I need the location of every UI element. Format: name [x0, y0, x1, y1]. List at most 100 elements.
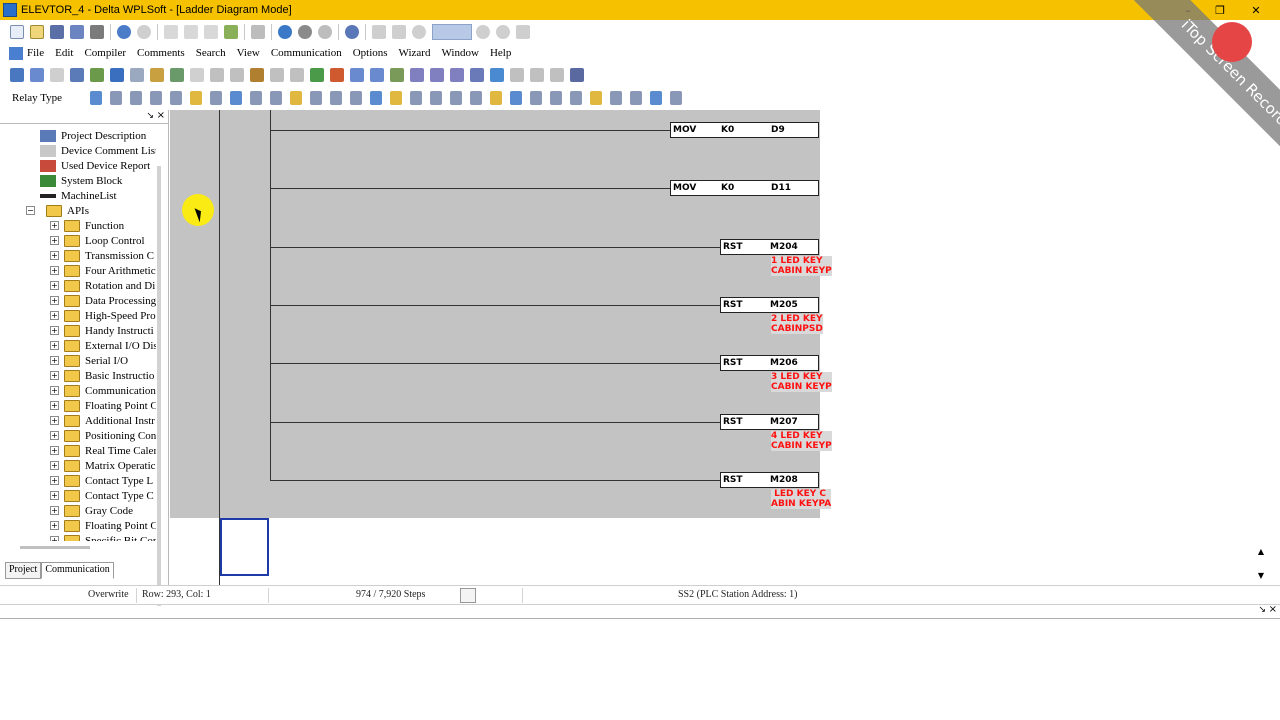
tree-item[interactable]: + Four Arithmetic: [50, 263, 156, 278]
tree-horizontal-scrollbar[interactable]: [20, 546, 90, 549]
expand-icon[interactable]: +: [50, 446, 59, 455]
tree-item[interactable]: + Communication: [50, 383, 156, 398]
expand-icon[interactable]: +: [50, 311, 59, 320]
tree-item[interactable]: + Gray Code: [50, 503, 133, 518]
relay-tool-icon[interactable]: [310, 91, 322, 105]
relay-tool-icon[interactable]: [610, 91, 622, 105]
menu-search[interactable]: Search: [196, 47, 226, 59]
relay-tool-icon[interactable]: [330, 91, 342, 105]
relay-tool-icon[interactable]: [570, 91, 582, 105]
eraser-icon[interactable]: [224, 25, 238, 39]
expand-icon[interactable]: +: [50, 431, 59, 440]
menu-window[interactable]: Window: [441, 47, 478, 59]
relay-tool-icon[interactable]: [90, 91, 102, 105]
ladder-tool-icon[interactable]: [350, 68, 364, 82]
relay-tool-icon[interactable]: [630, 91, 642, 105]
relay-tool-icon[interactable]: [170, 91, 182, 105]
instruction-box[interactable]: MOV K0 D11: [670, 180, 819, 196]
run-icon[interactable]: [412, 25, 426, 39]
expand-icon[interactable]: +: [50, 536, 59, 541]
undo-icon[interactable]: [251, 25, 265, 39]
ladder-tool-icon[interactable]: [10, 68, 24, 82]
monitor-icon[interactable]: [372, 25, 386, 39]
tree-item[interactable]: + Real Time Caler: [50, 443, 156, 458]
tree-item[interactable]: + Additional Instr: [50, 413, 155, 428]
tree-item[interactable]: Device Comment List: [40, 143, 156, 158]
ladder-editor[interactable]: MOV K0 D9 MOV K0 D11 RST M204 1 LED KEY CABIN KEY…: [170, 110, 1267, 585]
paste-icon[interactable]: [204, 25, 218, 39]
ladder-tool-icon[interactable]: [390, 68, 404, 82]
expand-icon[interactable]: +: [50, 386, 59, 395]
ladder-tool-icon[interactable]: [550, 68, 564, 82]
ladder-tool-icon[interactable]: [430, 68, 444, 82]
relay-tool-icon[interactable]: [210, 91, 222, 105]
new-file-icon[interactable]: [10, 25, 24, 39]
instruction-box[interactable]: MOV K0 D9: [670, 122, 819, 138]
tree-item[interactable]: + Positioning Con: [50, 428, 156, 443]
online-icon[interactable]: [117, 25, 131, 39]
menu-options[interactable]: Options: [353, 47, 388, 59]
tree-item[interactable]: − APIs: [26, 203, 89, 218]
relay-tool-icon[interactable]: [650, 91, 662, 105]
cell-cursor[interactable]: [220, 518, 269, 576]
ladder-tool-icon[interactable]: [290, 68, 304, 82]
ladder-tool-icon[interactable]: [330, 68, 344, 82]
stop-icon[interactable]: [476, 25, 490, 39]
minimize-button[interactable]: –: [1172, 0, 1204, 20]
expand-icon[interactable]: +: [50, 266, 59, 275]
relay-tool-icon[interactable]: [410, 91, 422, 105]
ladder-tool-icon[interactable]: [470, 68, 484, 82]
zoom-out-icon[interactable]: [318, 25, 332, 39]
menu-comments[interactable]: Comments: [137, 47, 185, 59]
step-icon[interactable]: [516, 25, 530, 39]
relay-tool-icon[interactable]: [230, 91, 242, 105]
zoom-in-icon[interactable]: [298, 25, 312, 39]
ladder-tool-icon[interactable]: [530, 68, 544, 82]
ladder-tool-icon[interactable]: [370, 68, 384, 82]
expand-icon[interactable]: +: [50, 506, 59, 515]
expand-icon[interactable]: +: [50, 476, 59, 485]
ladder-tool-icon[interactable]: [570, 68, 584, 82]
menu-edit[interactable]: Edit: [55, 47, 73, 59]
zoom-icon[interactable]: [278, 25, 292, 39]
ladder-tool-icon[interactable]: [410, 68, 424, 82]
scroll-up-icon[interactable]: ▲: [1258, 547, 1264, 556]
relay-tool-icon[interactable]: [450, 91, 462, 105]
tab-communication[interactable]: Communication: [41, 562, 114, 579]
menu-communication[interactable]: Communication: [271, 47, 342, 59]
tree-item[interactable]: + Loop Control: [50, 233, 145, 248]
instruction-box[interactable]: RST M207: [720, 414, 819, 430]
tree-item[interactable]: System Block: [40, 173, 122, 188]
expand-icon[interactable]: +: [50, 251, 59, 260]
tree-item[interactable]: + External I/O Dis: [50, 338, 156, 353]
ladder-tool-icon[interactable]: [50, 68, 64, 82]
tree-item[interactable]: + Contact Type C: [50, 488, 154, 503]
close-icon[interactable]: ×: [1269, 604, 1277, 615]
open-folder-icon[interactable]: [30, 25, 44, 39]
expand-icon[interactable]: +: [50, 401, 59, 410]
copy-icon[interactable]: [184, 25, 198, 39]
tree-item[interactable]: + Contact Type L: [50, 473, 153, 488]
relay-tool-icon[interactable]: [670, 91, 682, 105]
tab-project[interactable]: Project: [5, 562, 42, 579]
expand-icon[interactable]: +: [50, 326, 59, 335]
restore-button[interactable]: ❐: [1204, 0, 1236, 20]
relay-tool-icon[interactable]: [470, 91, 482, 105]
doc-menu-icon[interactable]: [9, 46, 23, 60]
ladder-tool-icon[interactable]: [30, 68, 44, 82]
relay-tool-icon[interactable]: [270, 91, 282, 105]
relay-tool-icon[interactable]: [490, 91, 502, 105]
expand-icon[interactable]: +: [50, 461, 59, 470]
tree-item[interactable]: + Serial I/O: [50, 353, 128, 368]
ladder-tool-icon[interactable]: [270, 68, 284, 82]
close-icon[interactable]: ×: [157, 110, 165, 121]
tree-item[interactable]: + Function: [50, 218, 124, 233]
ladder-tool-icon[interactable]: [310, 68, 324, 82]
expand-icon[interactable]: +: [50, 296, 59, 305]
help-icon[interactable]: [345, 25, 359, 39]
editor-scrollbar[interactable]: ▲ ▼: [1255, 545, 1267, 585]
pin-icon[interactable]: ↘: [146, 111, 154, 121]
tree-item[interactable]: + Transmission C: [50, 248, 154, 263]
tree-item[interactable]: + Floating Point C: [50, 398, 156, 413]
ladder-tool-icon[interactable]: [510, 68, 524, 82]
